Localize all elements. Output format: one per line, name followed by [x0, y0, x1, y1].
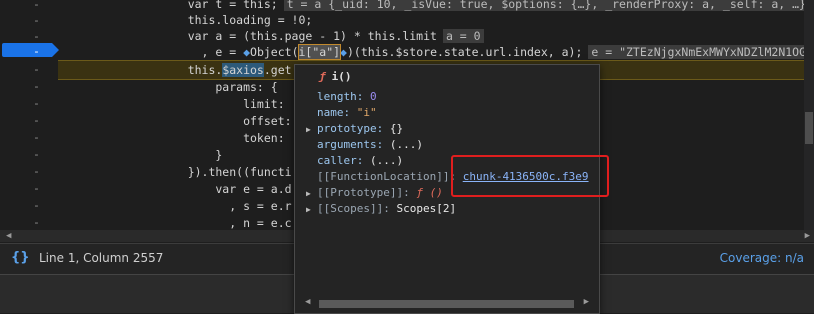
- property-row[interactable]: ▶ [[Prototype]]: ƒ (): [306, 185, 443, 201]
- hovered-token[interactable]: $axios: [222, 63, 264, 77]
- popover-scrollbar[interactable]: ◀ ▶: [295, 297, 599, 309]
- property-row[interactable]: caller: (...): [306, 153, 403, 169]
- scroll-right-icon[interactable]: ▶: [584, 297, 589, 307]
- property-row[interactable]: name: "i": [306, 105, 377, 121]
- popover-title: ƒ i(): [319, 70, 352, 83]
- gutter-line[interactable]: -: [0, 212, 58, 230]
- step-into-icon[interactable]: ◆: [340, 45, 347, 59]
- cursor-position: Line 1, Column 2557: [39, 251, 164, 265]
- expand-triangle-icon[interactable]: ▶: [306, 186, 317, 202]
- expand-triangle-icon[interactable]: ▶: [306, 202, 317, 218]
- property-row[interactable]: ▶ [[Scopes]]: Scopes[2]: [306, 201, 456, 217]
- scroll-left-icon[interactable]: ◀: [6, 230, 11, 242]
- code-line[interactable]: , e = ◆Object(i["a"]◆)(this.$store.state…: [160, 42, 814, 62]
- step-into-icon[interactable]: ◆: [243, 45, 250, 59]
- gutter-line[interactable]: -: [0, 41, 58, 61]
- coverage-link[interactable]: Coverage: n/a: [720, 251, 804, 265]
- scroll-thumb[interactable]: [319, 300, 574, 308]
- property-row[interactable]: length: 0: [306, 89, 377, 105]
- function-icon: ƒ: [319, 70, 326, 83]
- scroll-left-icon[interactable]: ◀: [305, 297, 310, 307]
- inline-value: e = "ZTEzNjgxNmExMWYxNDZlM2N1OGI5: [588, 45, 814, 59]
- selected-expression[interactable]: i["a"]: [297, 44, 342, 60]
- scroll-right-icon[interactable]: ▶: [805, 230, 810, 242]
- scroll-thumb[interactable]: [805, 112, 813, 144]
- property-row[interactable]: arguments: (...): [306, 137, 423, 153]
- inline-value: a = 0: [442, 29, 484, 43]
- expand-triangle-icon[interactable]: ▶: [306, 122, 317, 138]
- pretty-print-icon[interactable]: {}: [11, 250, 30, 265]
- vertical-scrollbar[interactable]: [804, 0, 814, 230]
- line-gutter[interactable]: - - - - - - - - - - - - - -: [0, 0, 59, 230]
- highlight-annotation: [451, 155, 609, 197]
- property-row[interactable]: ▶ prototype: {}: [306, 121, 403, 137]
